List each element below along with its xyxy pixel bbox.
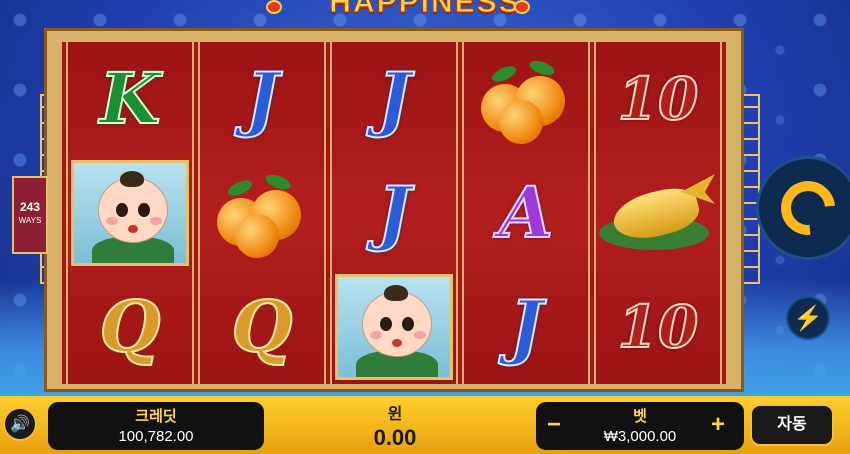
credit-panel: 크레딧 100,782.00 [48, 402, 264, 450]
symbol-a-icon: A [498, 171, 554, 254]
lightning-icon: ⚡ [793, 304, 823, 332]
symbol-cell [68, 156, 192, 270]
credit-value: 100,782.00 [118, 428, 194, 445]
reel-1: KQ [66, 42, 194, 384]
win-value: 0.00 [373, 425, 417, 450]
symbol-j-icon: J [508, 285, 543, 368]
symbol-q-icon: Q [99, 285, 162, 368]
title-ornament-right [514, 0, 530, 14]
baby-symbol-icon [71, 160, 189, 266]
ways-label: WAYS [18, 216, 42, 225]
goldfish-symbol-icon [599, 168, 717, 258]
sound-button[interactable]: 🔊 [0, 398, 40, 450]
win-label: 윈 [387, 406, 403, 423]
symbol-cell: K [68, 42, 192, 156]
ways-badge: 243 WAYS [12, 176, 48, 254]
symbol-q-icon: Q [231, 285, 294, 368]
symbol-cell [596, 156, 720, 270]
symbol-k-icon: K [99, 57, 162, 140]
symbol-cell: J [200, 42, 324, 156]
bet-increase-button[interactable]: + [706, 410, 730, 440]
symbol-cell: J [332, 156, 456, 270]
symbol-cell: J [332, 42, 456, 156]
symbol-cell: A [464, 156, 588, 270]
spin-arrow-icon [769, 169, 847, 247]
symbol-cell: 10 [596, 270, 720, 384]
auto-spin-button[interactable]: 자동 [750, 404, 834, 446]
reel-grid: K Q J Q J J A J 10 10 [62, 42, 726, 384]
speaker-icon: 🔊 [10, 416, 30, 433]
symbol-cell: Q [68, 270, 192, 384]
symbol-cell: 10 [596, 42, 720, 156]
baby-symbol-icon [335, 274, 453, 380]
reel-5: 10 10 [594, 42, 722, 384]
reel-3: JJ [330, 42, 458, 384]
spin-button[interactable] [756, 156, 850, 260]
symbol-cell: J [464, 270, 588, 384]
symbol-10-icon: 10 [617, 293, 700, 361]
symbol-cell [200, 156, 324, 270]
symbol-cell [332, 270, 456, 384]
credit-label: 크레딧 [135, 408, 177, 425]
symbol-cell [464, 42, 588, 156]
symbol-j-icon: J [244, 57, 279, 140]
orange-symbol-icon [217, 168, 307, 258]
bet-decrease-button[interactable]: − [542, 410, 566, 440]
win-display: 윈 0.00 [300, 398, 490, 452]
symbol-j-icon: J [376, 171, 411, 254]
orange-symbol-icon [481, 54, 571, 144]
ways-count: 243 [19, 200, 41, 214]
reel-2: JQ [198, 42, 326, 384]
symbol-j-icon: J [376, 57, 411, 140]
reel-4: AJ [462, 42, 590, 384]
turbo-button[interactable]: ⚡ [786, 296, 830, 340]
symbol-cell: Q [200, 270, 324, 384]
symbol-10-icon: 10 [617, 65, 700, 133]
